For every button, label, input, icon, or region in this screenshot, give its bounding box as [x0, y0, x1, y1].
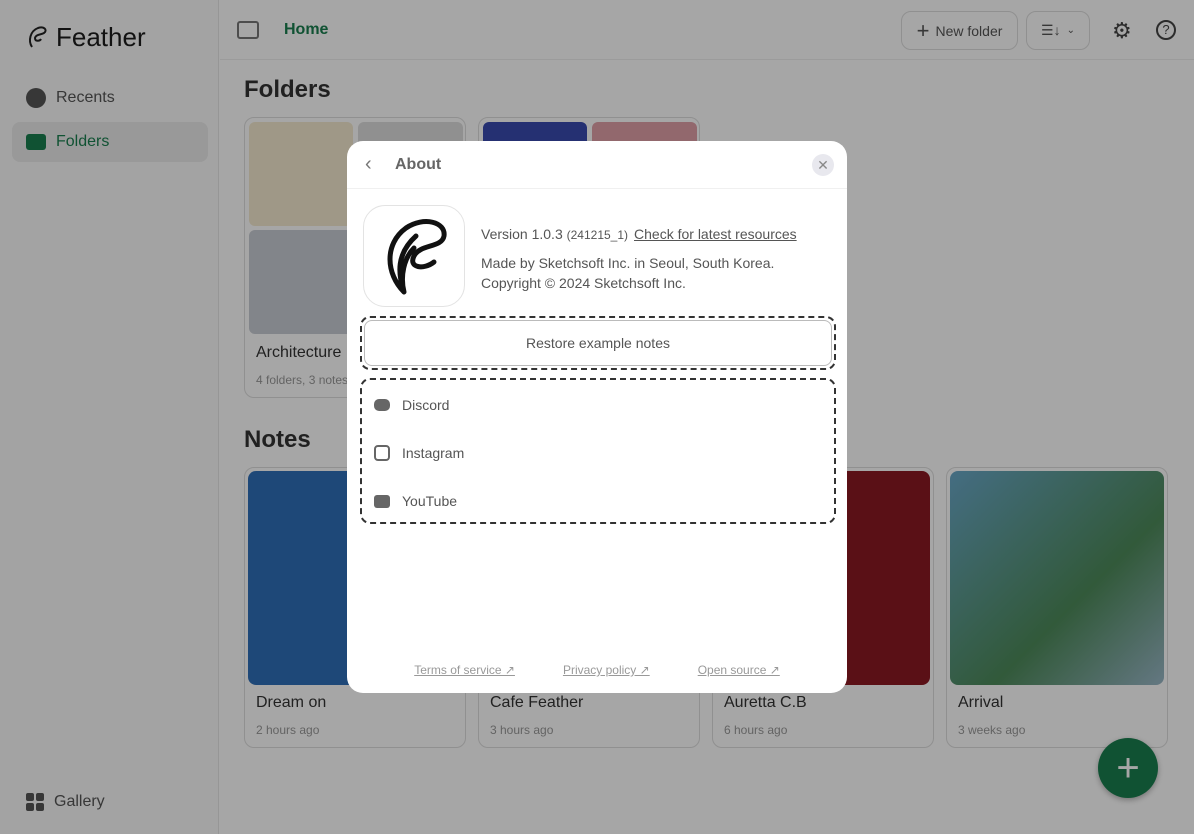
instagram-link[interactable]: Instagram [362, 428, 834, 478]
open-source-link[interactable]: Open source ↗ [698, 663, 780, 677]
discord-icon [374, 399, 390, 411]
feather-logo-icon [387, 219, 447, 295]
dialog-title: About [395, 156, 442, 173]
youtube-link[interactable]: YouTube [362, 476, 834, 526]
back-icon[interactable]: ‹ [365, 153, 372, 176]
restore-highlight: Restore example notes [360, 316, 836, 370]
version-text: Version 1.0.3 [481, 226, 563, 242]
version-info: Version 1.0.3 (241215_1) Check for latest… [481, 224, 797, 293]
app-icon [363, 205, 465, 307]
copyright-text: Copyright © 2024 Sketchsoft Inc. [481, 275, 686, 291]
youtube-icon [374, 494, 390, 508]
dialog-footer: Terms of service ↗ Privacy policy ↗ Open… [347, 663, 847, 677]
instagram-icon [374, 445, 390, 461]
check-resources-link[interactable]: Check for latest resources [634, 226, 797, 242]
restore-example-notes-button[interactable]: Restore example notes [364, 320, 832, 366]
terms-of-service-link[interactable]: Terms of service ↗ [414, 663, 515, 677]
about-dialog: ‹ About ✕ Version 1.0.3 (241215_1) Check … [347, 141, 847, 693]
dialog-header: ‹ About ✕ [347, 141, 847, 189]
link-label: YouTube [402, 493, 458, 509]
build-number: (241215_1) [566, 228, 629, 242]
made-by-text: Made by Sketchsoft Inc. in Seoul, South … [481, 255, 775, 271]
discord-link[interactable]: Discord [362, 380, 834, 430]
link-label: Discord [402, 397, 450, 413]
social-links: Discord Instagram YouTube [360, 378, 836, 524]
link-label: Instagram [402, 445, 465, 461]
privacy-policy-link[interactable]: Privacy policy ↗ [563, 663, 650, 677]
close-icon[interactable]: ✕ [812, 154, 834, 176]
